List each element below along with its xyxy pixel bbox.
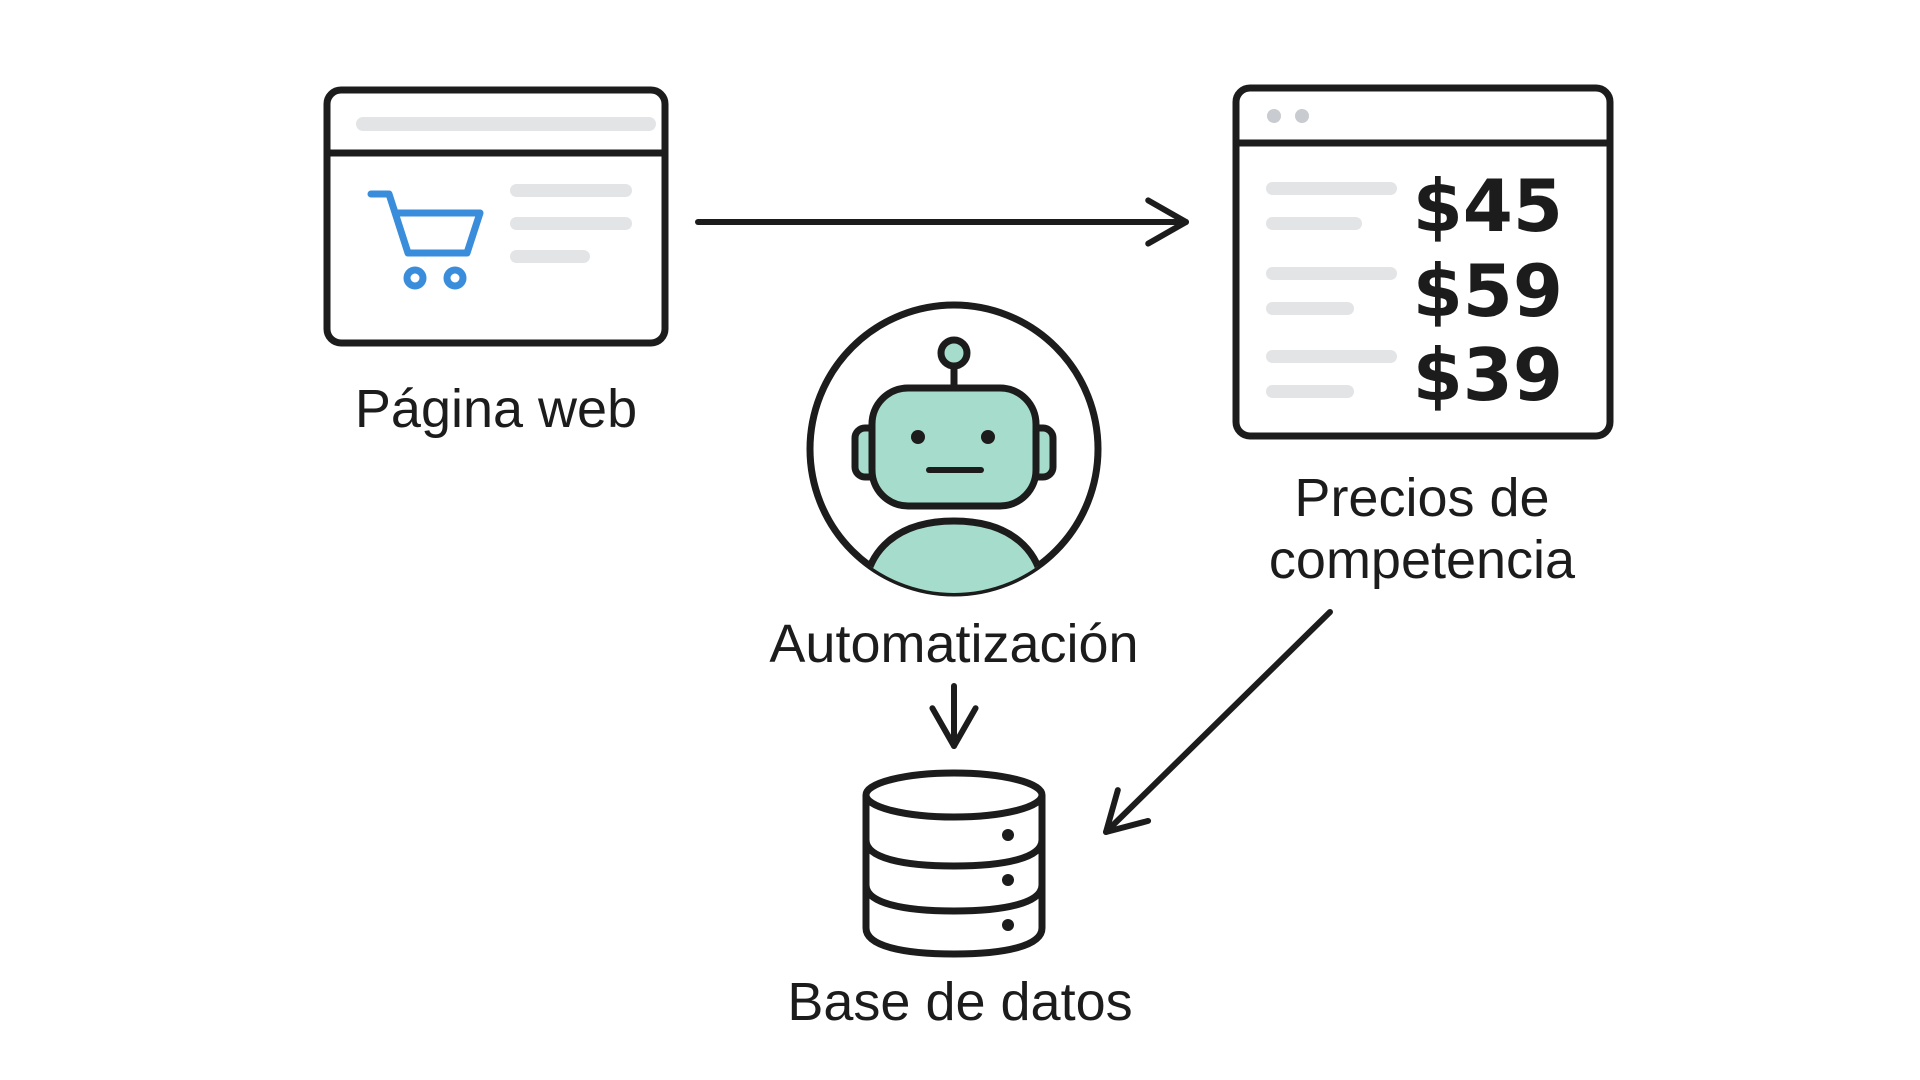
text-line-placeholder bbox=[1266, 217, 1362, 230]
text-line-placeholder bbox=[510, 217, 632, 230]
text-line-placeholder bbox=[1266, 267, 1397, 280]
competitor-prices-label-line1: Precios de bbox=[1294, 468, 1549, 528]
arrow-prices-to-database bbox=[1103, 609, 1333, 835]
text-line-placeholder bbox=[1266, 182, 1397, 195]
competitor-prices-node: $45 $59 $39 Precios de competencia bbox=[1232, 84, 1614, 590]
competitor-prices-label-line2: competencia bbox=[1269, 530, 1576, 590]
price-value: $59 bbox=[1413, 249, 1563, 333]
web-page-node: Página web bbox=[323, 86, 669, 439]
automation-node: Automatización bbox=[769, 301, 1139, 674]
text-line-placeholder bbox=[1266, 385, 1354, 398]
browser-window-icon bbox=[323, 86, 669, 347]
price-value: $45 bbox=[1413, 164, 1563, 248]
robot-icon bbox=[806, 301, 1102, 597]
price-value: $39 bbox=[1413, 333, 1563, 417]
text-line-placeholder bbox=[510, 250, 590, 263]
text-line-placeholder bbox=[1266, 302, 1354, 315]
diagram-svg: Página web $45 $59 $39 Precios de compet… bbox=[323, 84, 1614, 1032]
window-dot bbox=[1295, 109, 1309, 123]
address-bar-placeholder bbox=[356, 117, 656, 131]
database-icon bbox=[862, 769, 1046, 958]
text-line-placeholder bbox=[1266, 350, 1397, 363]
database-label: Base de datos bbox=[787, 972, 1132, 1032]
automation-label: Automatización bbox=[769, 614, 1138, 674]
window-dot bbox=[1267, 109, 1281, 123]
web-page-label: Página web bbox=[355, 379, 637, 439]
diagram-canvas: Página web $45 $59 $39 Precios de compet… bbox=[0, 0, 1920, 1080]
text-line-placeholder bbox=[510, 184, 632, 197]
database-node: Base de datos bbox=[787, 769, 1133, 1032]
